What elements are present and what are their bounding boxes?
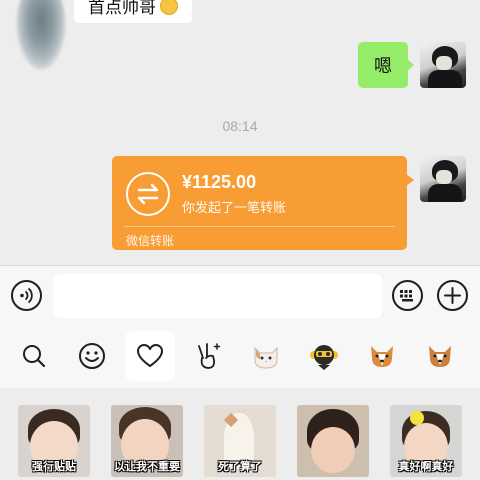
emoji-tab-bar: [0, 325, 480, 388]
sticker-item[interactable]: 死了算了: [204, 405, 276, 477]
cat-sticker-icon[interactable]: [241, 331, 291, 381]
emoji-icon: [160, 0, 178, 15]
add-icon[interactable]: [437, 280, 468, 311]
outgoing-message-text: 嗯: [374, 56, 392, 76]
transfer-divider: [124, 226, 395, 227]
transfer-amount: ¥1125.00: [182, 172, 257, 192]
corgi-sticker-2-icon[interactable]: [415, 331, 465, 381]
victory-hand-icon[interactable]: [183, 331, 233, 381]
outgoing-message[interactable]: 嗯: [358, 42, 414, 88]
corgi-sticker-icon[interactable]: [357, 331, 407, 381]
sticker-grid: 强行贴贴 以让我不重要 死了算了 真好啊真好: [0, 388, 480, 480]
smiley-icon[interactable]: [67, 331, 117, 381]
heart-icon[interactable]: [125, 331, 175, 381]
transfer-icon: [126, 172, 170, 216]
voice-icon[interactable]: [11, 280, 42, 311]
sticker-item[interactable]: [297, 405, 369, 477]
input-bar: [0, 265, 480, 325]
sticker-item[interactable]: 真好啊真好: [390, 405, 462, 477]
sticker-item[interactable]: 以让我不重要: [111, 405, 183, 477]
my-avatar[interactable]: [420, 42, 466, 88]
my-avatar-2[interactable]: [420, 156, 466, 202]
transfer-footer: 微信转账: [126, 234, 175, 248]
transfer-description: 你发起了一笔转账: [182, 200, 287, 215]
incoming-message-text: 首点帅哥: [88, 0, 156, 17]
contact-avatar[interactable]: [16, 0, 66, 70]
chat-area: 首点帅哥 嗯 08:14 ¥1125.00 你发起了一笔转账 微信转账: [0, 0, 480, 265]
keyboard-icon[interactable]: [392, 280, 423, 311]
message-input[interactable]: [54, 274, 382, 318]
incoming-message[interactable]: 首点帅哥: [74, 0, 192, 23]
search-icon[interactable]: [9, 331, 59, 381]
sticker-item[interactable]: 强行贴贴: [18, 405, 90, 477]
transfer-card[interactable]: ¥1125.00 你发起了一笔转账 微信转账: [112, 156, 414, 250]
message-timestamp: 08:14: [222, 118, 258, 134]
monkey-sticker-icon[interactable]: [299, 331, 349, 381]
